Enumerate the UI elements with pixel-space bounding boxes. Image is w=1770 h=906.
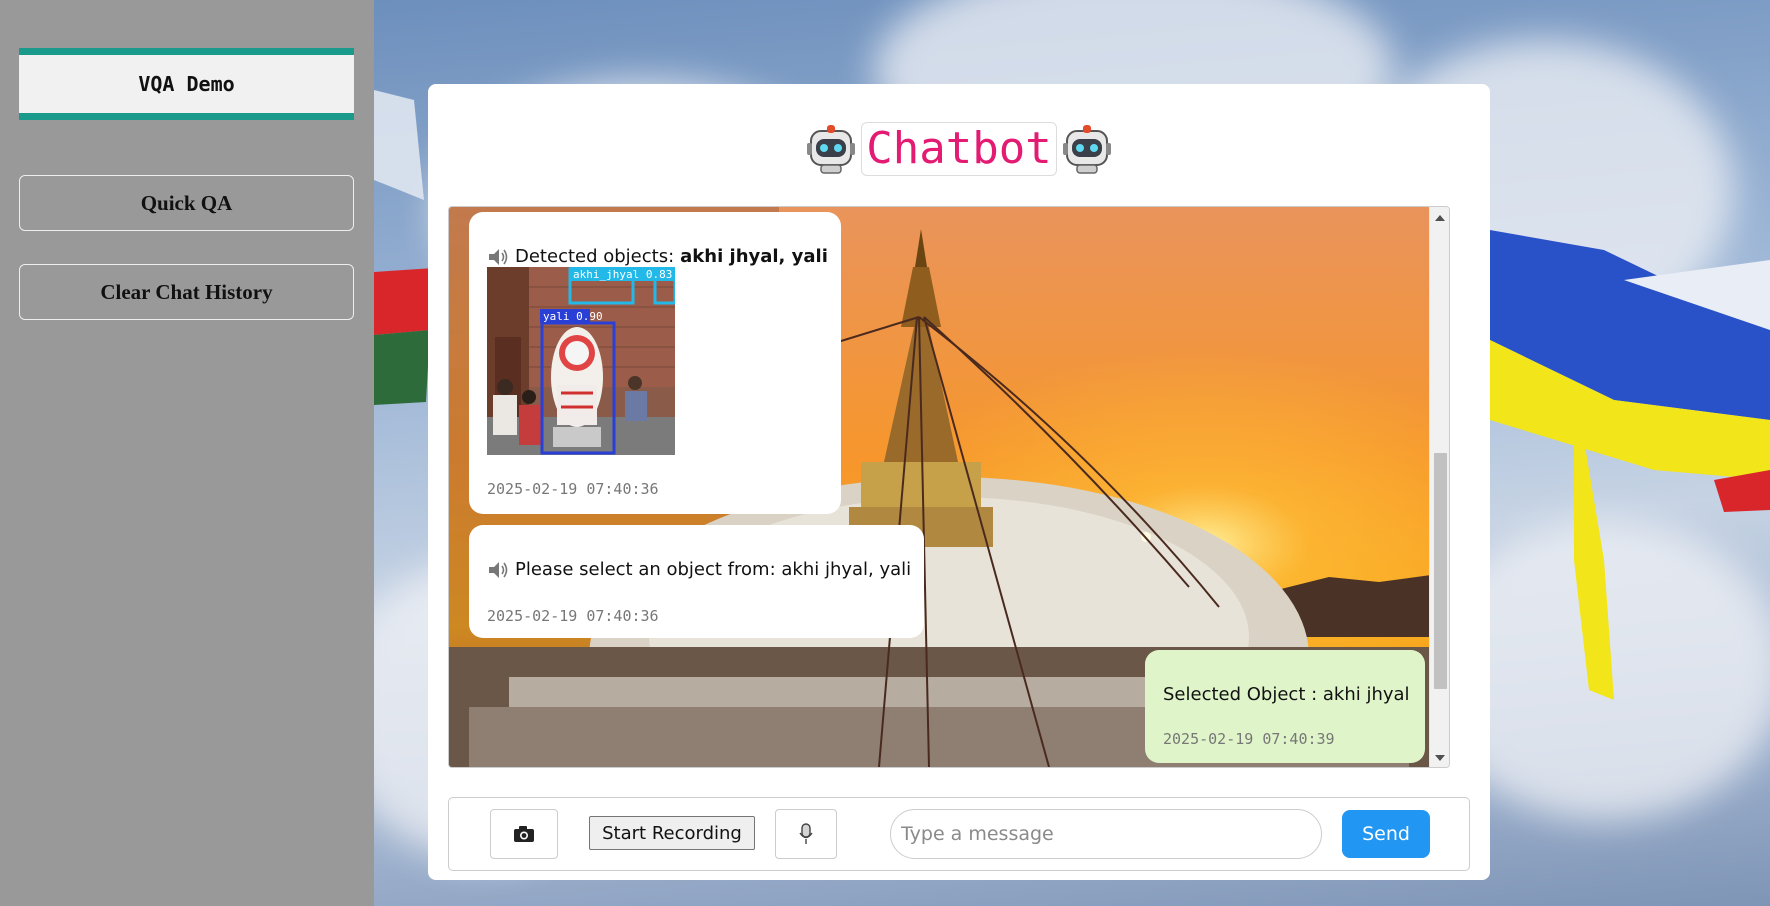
box-label: akhi_jhyal 0.83 bbox=[573, 268, 672, 281]
chat-header: Chatbot bbox=[428, 122, 1490, 176]
microphone-icon bbox=[799, 823, 813, 844]
clear-chat-history-button[interactable]: Clear Chat History bbox=[19, 264, 354, 320]
chat-card: Chatbot Detected objects: akhi jhyal, ya… bbox=[428, 84, 1490, 880]
bot-message: Please select an object from: akhi jhyal… bbox=[469, 525, 924, 638]
message-prefix: Detected objects: bbox=[515, 246, 675, 267]
chat-scrollbar[interactable] bbox=[1429, 207, 1449, 767]
message-text: Selected Object : akhi jhyal bbox=[1163, 684, 1410, 705]
speaker-icon[interactable] bbox=[487, 560, 509, 580]
chat-window[interactable]: Detected objects: akhi jhyal, yali akhi_… bbox=[448, 206, 1450, 768]
scrollbar-thumb[interactable] bbox=[1434, 453, 1447, 689]
message-timestamp: 2025-02-19 07:40:36 bbox=[487, 607, 659, 625]
detected-objects: akhi jhyal, yali bbox=[680, 246, 828, 267]
microphone-button[interactable] bbox=[775, 809, 837, 859]
sidebar: VQA Demo Quick QA Clear Chat History bbox=[0, 0, 374, 906]
scroll-down-arrow[interactable] bbox=[1435, 755, 1445, 761]
message-timestamp: 2025-02-19 07:40:36 bbox=[487, 480, 659, 498]
quick-qa-button[interactable]: Quick QA bbox=[19, 175, 354, 231]
app-brand[interactable]: VQA Demo bbox=[19, 48, 354, 120]
robot-icon bbox=[1062, 125, 1111, 174]
message-input[interactable] bbox=[890, 809, 1322, 859]
box-label: yali 0.90 bbox=[543, 310, 603, 323]
message-text: Detected objects: akhi jhyal, yali bbox=[487, 246, 828, 267]
bot-message: Detected objects: akhi jhyal, yali akhi_… bbox=[469, 212, 841, 514]
camera-icon bbox=[514, 826, 534, 842]
chat-title: Chatbot bbox=[861, 122, 1057, 176]
user-message: Selected Object : akhi jhyal 2025-02-19 … bbox=[1145, 650, 1425, 763]
camera-button[interactable] bbox=[490, 809, 558, 859]
speaker-icon[interactable] bbox=[487, 247, 509, 267]
message-timestamp: 2025-02-19 07:40:39 bbox=[1163, 730, 1335, 748]
message-body: Selected Object : akhi jhyal bbox=[1163, 684, 1410, 705]
start-recording-button[interactable]: Start Recording bbox=[589, 816, 755, 850]
input-bar: Start Recording Send bbox=[448, 797, 1470, 871]
detection-image[interactable]: akhi_jhyal 0.83 yali 0.90 bbox=[487, 267, 675, 455]
message-body: Please select an object from: akhi jhyal… bbox=[515, 559, 912, 580]
scroll-up-arrow[interactable] bbox=[1435, 215, 1445, 221]
send-button[interactable]: Send bbox=[1342, 810, 1430, 858]
robot-icon bbox=[807, 125, 856, 174]
message-text: Please select an object from: akhi jhyal… bbox=[487, 559, 911, 580]
